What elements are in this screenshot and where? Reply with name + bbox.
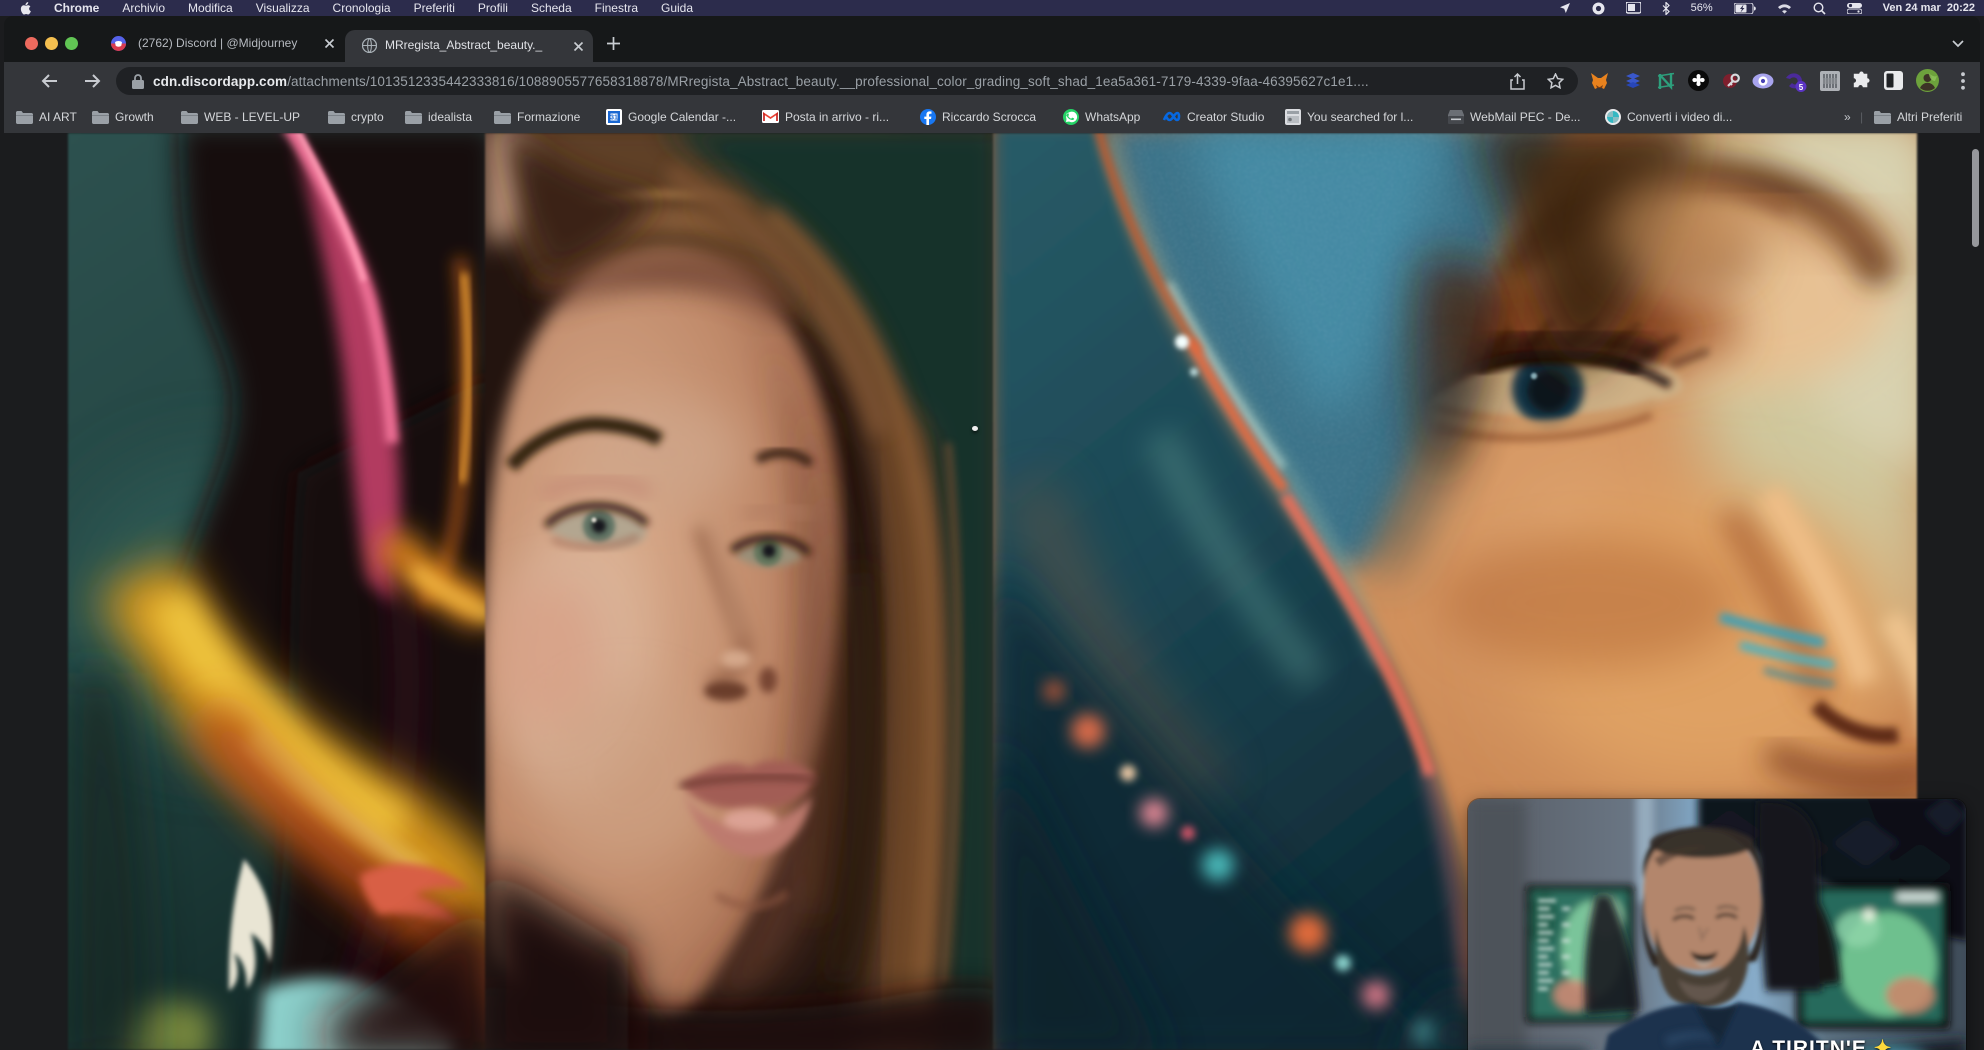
svg-text:5: 5: [1799, 83, 1804, 92]
svg-text:31: 31: [610, 114, 618, 121]
